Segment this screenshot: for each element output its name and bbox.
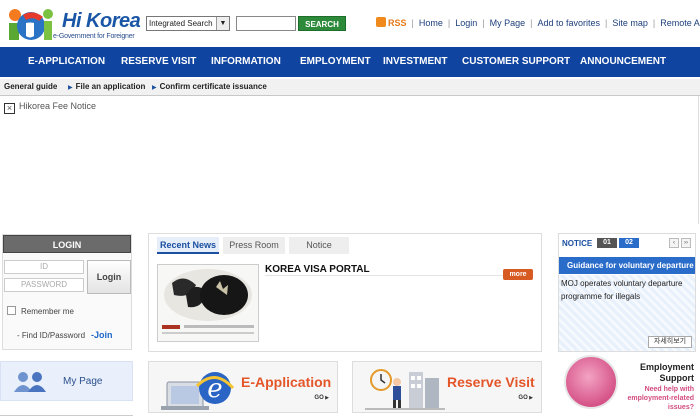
tab-recent-news[interactable]: Recent News (157, 237, 219, 254)
login-button[interactable]: Login (87, 260, 131, 294)
nav-tab-information[interactable]: INFORMATION (211, 47, 281, 77)
nav-tab-reserve-visit[interactable]: RESERVE VISIT (121, 47, 196, 77)
account-links: - Find ID/Password -Join (17, 330, 113, 340)
notice-page-1[interactable]: 01 (597, 238, 617, 248)
subnav-file-application[interactable]: ▶ File an application (68, 82, 145, 91)
login-panel: LOGIN ID PASSWORD Login Remember me - Fi… (2, 234, 132, 350)
triangle-right-icon: ▶ (68, 85, 73, 91)
subnav-label: File an application (75, 82, 146, 91)
remember-me-checkbox[interactable]: Remember me (7, 306, 74, 316)
utility-links: RSS | Home | Login | My Page | Add to favorites |… (376, 17, 700, 31)
find-id-password-link[interactable]: - Find ID/Password (17, 331, 85, 340)
subnav-label: Confirm certificate issuance (159, 82, 267, 91)
join-link[interactable]: -Join (91, 330, 113, 340)
nav-tab-customer-support[interactable]: CUSTOMER SUPPORT (462, 47, 570, 77)
logo-emblem-icon (9, 9, 53, 40)
nav-tab-announcement[interactable]: ANNOUNCEMENT (580, 47, 666, 77)
reserve-visit-title: Reserve Visit (447, 374, 535, 390)
site-header: Hi Korea e-Government for Foreigner Inte… (0, 0, 700, 46)
login-title: LOGIN (3, 235, 131, 253)
triangle-right-icon: ▶ (152, 85, 157, 91)
employment-support-icon (564, 355, 618, 409)
my-page-label: My Page (63, 376, 103, 387)
prev-icon[interactable]: ‹ (669, 238, 679, 248)
notice-page-2[interactable]: 02 (619, 238, 639, 248)
detail-button[interactable]: 자세히보기 (648, 336, 692, 348)
site-map-link[interactable]: Site map (612, 18, 648, 28)
news-thumbnail[interactable] (157, 264, 259, 342)
divider (698, 96, 699, 224)
subnav-general-guide[interactable]: General guide (4, 82, 57, 91)
e-application-title: E-Application (241, 374, 332, 390)
checkbox-icon (7, 306, 16, 315)
nav-tab-e-application[interactable]: E-APPLICATION (28, 47, 105, 77)
nav-tab-investment[interactable]: INVESTMENT (383, 47, 447, 77)
main-nav: E-APPLICATION RESERVE VISIT INFORMATION … (0, 47, 700, 77)
tab-press-room[interactable]: Press Room (223, 237, 285, 254)
reserve-visit-illustration (365, 369, 445, 410)
home-link[interactable]: Home (419, 18, 443, 28)
site-logo[interactable]: Hi Korea e-Government for Foreigner (6, 6, 141, 42)
search-button[interactable]: SEARCH (298, 16, 346, 31)
chevron-down-icon: ▼ (216, 17, 229, 30)
fee-notice-label: Hikorea Fee Notice (19, 101, 97, 111)
more-button[interactable]: more (503, 269, 533, 280)
add-favorites-link[interactable]: Add to favorites (537, 18, 600, 28)
news-headline[interactable]: KOREA VISA PORTAL (265, 264, 370, 275)
e-application-illustration: e (161, 372, 235, 410)
subnav-confirm-certificate[interactable]: ▶ Confirm certificate issuance (152, 82, 267, 91)
notice-body: MOJ operates voluntary departure program… (559, 275, 695, 351)
reserve-visit-banner[interactable]: Reserve Visit GO (352, 361, 542, 413)
rss-label: RSS (388, 18, 407, 28)
notice-title: NOTICE (562, 239, 593, 248)
notice-text[interactable]: MOJ operates voluntary departure program… (561, 277, 691, 303)
nav-tab-employment[interactable]: EMPLOYMENT (300, 47, 371, 77)
employment-support-shortcut[interactable]: Employment Support Need help with employ… (556, 355, 700, 420)
close-icon[interactable]: × (4, 103, 15, 114)
divider (0, 415, 133, 416)
password-field[interactable]: PASSWORD (4, 278, 84, 292)
login-link[interactable]: Login (455, 18, 477, 28)
logo-subtitle: e-Government for Foreigner (53, 33, 135, 40)
employment-support-title: Employment Support (639, 362, 694, 383)
notice-panel: NOTICE 01 02 ‹ ›› Guidance for voluntary… (558, 233, 696, 352)
search-scope-value: Integrated Search (149, 19, 213, 28)
news-panel: Recent News Press Room Notice KOREA VISA… (148, 233, 542, 352)
news-thumbnail-image (158, 265, 258, 341)
subnav-label: General guide (4, 82, 58, 91)
my-page-link[interactable]: My Page (490, 18, 526, 28)
search-input[interactable] (236, 16, 296, 31)
remote-assistant-link[interactable]: Remote Assistant (660, 18, 700, 28)
rss-link[interactable]: RSS (376, 17, 407, 28)
my-page-shortcut[interactable]: My Page (0, 361, 133, 401)
go-link[interactable]: GO (314, 395, 329, 401)
next-icon[interactable]: ›› (681, 238, 691, 248)
users-icon (14, 372, 46, 392)
go-link[interactable]: GO (518, 395, 533, 401)
employment-support-subtitle: Need help with employment-related issues… (627, 386, 694, 411)
fee-notice[interactable]: × Hikorea Fee Notice (4, 101, 97, 114)
sub-nav: General guide ▶ File an application ▶ Conf… (0, 79, 700, 96)
divider (265, 275, 505, 276)
logo-text: Hi Korea (62, 10, 141, 32)
e-application-banner[interactable]: e E-Application GO (148, 361, 338, 413)
tab-notice[interactable]: Notice (289, 237, 349, 254)
notice-headline[interactable]: Guidance for voluntary departure of (559, 257, 695, 274)
search-scope-select[interactable]: Integrated Search ▼ (146, 16, 230, 31)
rss-icon (376, 17, 386, 27)
id-field[interactable]: ID (4, 260, 84, 274)
remember-me-label: Remember me (21, 307, 74, 316)
